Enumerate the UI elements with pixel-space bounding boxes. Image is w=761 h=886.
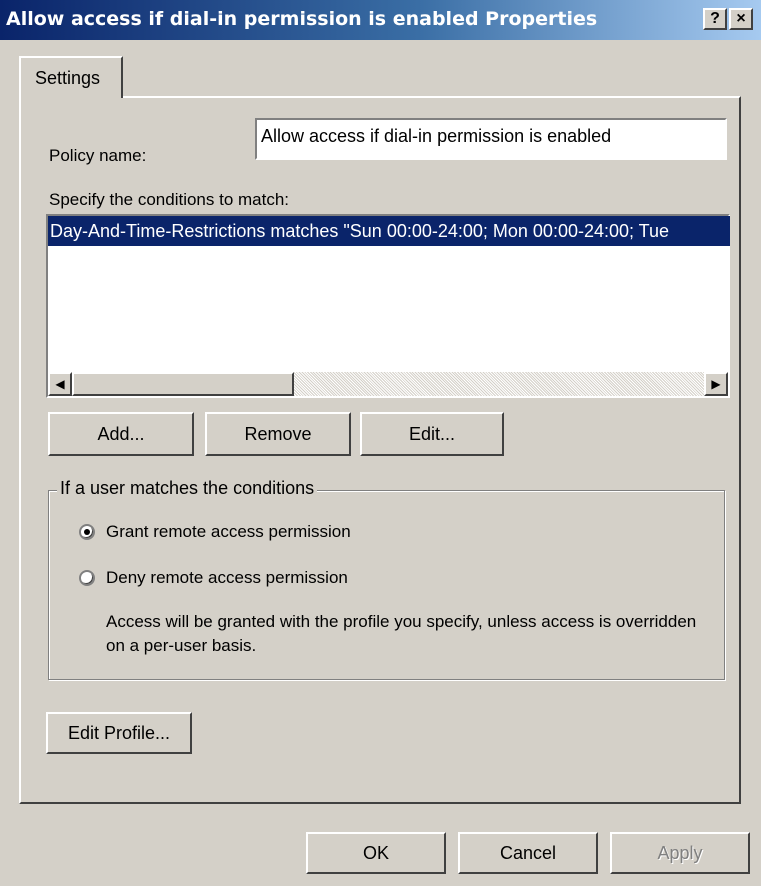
properties-dialog: Allow access if dial-in permission is en… xyxy=(0,0,761,886)
close-button[interactable]: × xyxy=(729,8,753,30)
remove-button-label: Remove xyxy=(244,424,312,444)
close-icon: × xyxy=(736,10,746,27)
user-match-legend: If a user matches the conditions xyxy=(57,478,318,499)
condition-item[interactable]: Day-And-Time-Restrictions matches "Sun 0… xyxy=(48,216,730,246)
edit-button-label: Edit... xyxy=(408,424,456,444)
policy-name-label: Policy name: xyxy=(49,146,147,165)
scroll-left-icon[interactable]: ◀ xyxy=(48,372,72,396)
apply-label: Apply xyxy=(657,843,703,863)
help-button[interactable]: ? xyxy=(703,8,727,30)
scroll-right-icon[interactable]: ▶ xyxy=(704,372,728,396)
horizontal-scrollbar[interactable]: ◀ ▶ xyxy=(48,372,728,396)
help-icon: ? xyxy=(710,10,720,27)
policy-name-input[interactable]: Allow access if dial-in permission is en… xyxy=(255,118,727,160)
policy-name-value: Allow access if dial-in permission is en… xyxy=(261,126,612,146)
tab-settings-label: Settings xyxy=(35,68,101,88)
apply-button[interactable]: Apply xyxy=(610,832,750,874)
scroll-thumb[interactable] xyxy=(72,372,294,396)
title-bar[interactable]: Allow access if dial-in permission is en… xyxy=(0,0,761,40)
deny-radio[interactable] xyxy=(79,570,95,586)
edit-profile-label: Edit Profile... xyxy=(67,723,171,743)
cancel-label: Cancel xyxy=(499,843,557,863)
cancel-button[interactable]: Cancel xyxy=(458,832,598,874)
edit-button[interactable]: Edit... xyxy=(360,412,504,456)
conditions-label: Specify the conditions to match: xyxy=(49,190,290,209)
conditions-list[interactable]: Day-And-Time-Restrictions matches "Sun 0… xyxy=(46,214,730,398)
remove-button[interactable]: Remove xyxy=(205,412,351,456)
grant-label[interactable]: Grant remote access permission xyxy=(106,522,351,542)
add-button[interactable]: Add... xyxy=(48,412,194,456)
deny-label[interactable]: Deny remote access permission xyxy=(106,568,348,588)
ok-label: OK xyxy=(362,843,389,863)
ok-button[interactable]: OK xyxy=(306,832,446,874)
add-button-label: Add... xyxy=(97,424,145,444)
edit-profile-button[interactable]: Edit Profile... xyxy=(46,712,192,754)
window-title: Allow access if dial-in permission is en… xyxy=(6,8,598,30)
tab-settings[interactable]: Settings xyxy=(19,56,123,98)
access-note: Access will be granted with the profile … xyxy=(106,612,697,655)
grant-radio[interactable] xyxy=(79,524,95,540)
